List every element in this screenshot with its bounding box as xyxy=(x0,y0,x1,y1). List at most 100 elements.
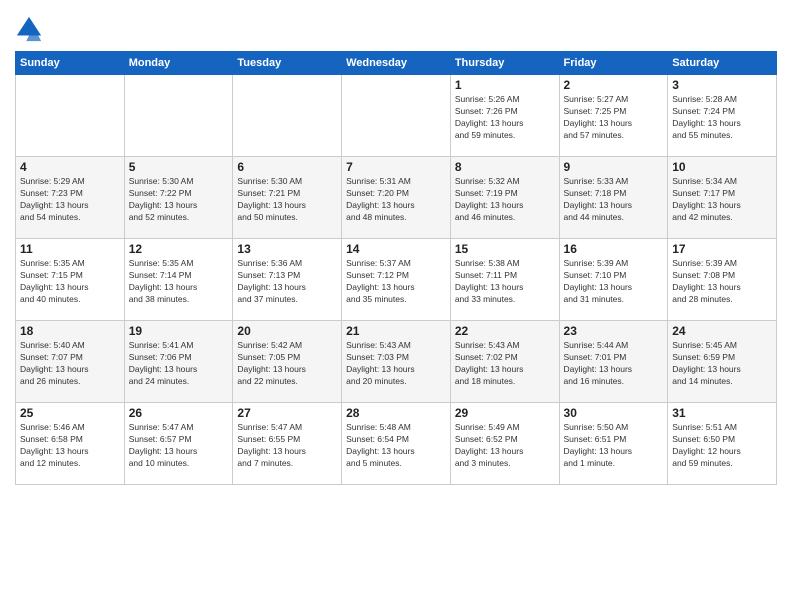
calendar-cell: 12 Sunrise: 5:35 AM Sunset: 7:14 PM Dayli… xyxy=(124,239,233,321)
weekday-header-thursday: Thursday xyxy=(450,52,559,75)
day-number: 4 xyxy=(20,160,120,174)
day-info: Sunrise: 5:39 AM Sunset: 7:10 PM Dayligh… xyxy=(564,258,664,306)
day-number: 9 xyxy=(564,160,664,174)
calendar-table: SundayMondayTuesdayWednesdayThursdayFrid… xyxy=(15,51,777,485)
weekday-header-monday: Monday xyxy=(124,52,233,75)
day-number: 14 xyxy=(346,242,446,256)
calendar-cell: 9 Sunrise: 5:33 AM Sunset: 7:18 PM Daylig… xyxy=(559,157,668,239)
day-number: 8 xyxy=(455,160,555,174)
day-info: Sunrise: 5:36 AM Sunset: 7:13 PM Dayligh… xyxy=(237,258,337,306)
day-info: Sunrise: 5:47 AM Sunset: 6:55 PM Dayligh… xyxy=(237,422,337,470)
day-info: Sunrise: 5:26 AM Sunset: 7:26 PM Dayligh… xyxy=(455,94,555,142)
day-number: 23 xyxy=(564,324,664,338)
day-info: Sunrise: 5:32 AM Sunset: 7:19 PM Dayligh… xyxy=(455,176,555,224)
day-info: Sunrise: 5:30 AM Sunset: 7:21 PM Dayligh… xyxy=(237,176,337,224)
day-info: Sunrise: 5:49 AM Sunset: 6:52 PM Dayligh… xyxy=(455,422,555,470)
day-info: Sunrise: 5:38 AM Sunset: 7:11 PM Dayligh… xyxy=(455,258,555,306)
calendar-cell: 25 Sunrise: 5:46 AM Sunset: 6:58 PM Dayli… xyxy=(16,403,125,485)
day-number: 19 xyxy=(129,324,229,338)
calendar-cell: 26 Sunrise: 5:47 AM Sunset: 6:57 PM Dayli… xyxy=(124,403,233,485)
calendar-cell: 17Sunrise: 5:39 AM Sunset: 7:08 PM Dayli… xyxy=(668,239,777,321)
day-info: Sunrise: 5:50 AM Sunset: 6:51 PM Dayligh… xyxy=(564,422,664,470)
calendar-cell: 14 Sunrise: 5:37 AM Sunset: 7:12 PM Dayli… xyxy=(342,239,451,321)
day-info: Sunrise: 5:34 AM Sunset: 7:17 PM Dayligh… xyxy=(672,176,772,224)
day-number: 7 xyxy=(346,160,446,174)
calendar-cell xyxy=(124,75,233,157)
day-info: Sunrise: 5:43 AM Sunset: 7:03 PM Dayligh… xyxy=(346,340,446,388)
calendar-cell: 15 Sunrise: 5:38 AM Sunset: 7:11 PM Dayli… xyxy=(450,239,559,321)
day-info: Sunrise: 5:31 AM Sunset: 7:20 PM Dayligh… xyxy=(346,176,446,224)
day-number: 24 xyxy=(672,324,772,338)
calendar-cell: 22Sunrise: 5:43 AM Sunset: 7:02 PM Dayli… xyxy=(450,321,559,403)
day-number: 11 xyxy=(20,242,120,256)
calendar-cell: 13 Sunrise: 5:36 AM Sunset: 7:13 PM Dayli… xyxy=(233,239,342,321)
day-info: Sunrise: 5:39 AM Sunset: 7:08 PM Dayligh… xyxy=(672,258,772,306)
day-number: 20 xyxy=(237,324,337,338)
day-number: 26 xyxy=(129,406,229,420)
day-info: Sunrise: 5:40 AM Sunset: 7:07 PM Dayligh… xyxy=(20,340,120,388)
day-info: Sunrise: 5:33 AM Sunset: 7:18 PM Dayligh… xyxy=(564,176,664,224)
calendar-cell: 24 Sunrise: 5:45 AM Sunset: 6:59 PM Dayli… xyxy=(668,321,777,403)
calendar-cell: 5 Sunrise: 5:30 AM Sunset: 7:22 PM Daylig… xyxy=(124,157,233,239)
day-number: 12 xyxy=(129,242,229,256)
calendar-cell: 23Sunrise: 5:44 AM Sunset: 7:01 PM Dayli… xyxy=(559,321,668,403)
calendar-cell xyxy=(233,75,342,157)
calendar-cell: 1 Sunrise: 5:26 AM Sunset: 7:26 PM Daylig… xyxy=(450,75,559,157)
week-row-5: 25 Sunrise: 5:46 AM Sunset: 6:58 PM Dayli… xyxy=(16,403,777,485)
day-number: 28 xyxy=(346,406,446,420)
calendar-cell: 31Sunrise: 5:51 AM Sunset: 6:50 PM Dayli… xyxy=(668,403,777,485)
logo xyxy=(15,15,47,43)
week-row-2: 4 Sunrise: 5:29 AM Sunset: 7:23 PM Daylig… xyxy=(16,157,777,239)
day-number: 2 xyxy=(564,78,664,92)
calendar-cell: 7 Sunrise: 5:31 AM Sunset: 7:20 PM Daylig… xyxy=(342,157,451,239)
day-info: Sunrise: 5:46 AM Sunset: 6:58 PM Dayligh… xyxy=(20,422,120,470)
calendar-cell: 8 Sunrise: 5:32 AM Sunset: 7:19 PM Daylig… xyxy=(450,157,559,239)
day-number: 16 xyxy=(564,242,664,256)
calendar-cell xyxy=(342,75,451,157)
day-number: 22 xyxy=(455,324,555,338)
day-number: 3 xyxy=(672,78,772,92)
weekday-header-wednesday: Wednesday xyxy=(342,52,451,75)
calendar-cell: 16 Sunrise: 5:39 AM Sunset: 7:10 PM Dayli… xyxy=(559,239,668,321)
calendar-cell: 18 Sunrise: 5:40 AM Sunset: 7:07 PM Dayli… xyxy=(16,321,125,403)
calendar-cell: 4 Sunrise: 5:29 AM Sunset: 7:23 PM Daylig… xyxy=(16,157,125,239)
calendar-cell: 6 Sunrise: 5:30 AM Sunset: 7:21 PM Daylig… xyxy=(233,157,342,239)
day-info: Sunrise: 5:48 AM Sunset: 6:54 PM Dayligh… xyxy=(346,422,446,470)
day-info: Sunrise: 5:28 AM Sunset: 7:24 PM Dayligh… xyxy=(672,94,772,142)
week-row-4: 18 Sunrise: 5:40 AM Sunset: 7:07 PM Dayli… xyxy=(16,321,777,403)
weekday-header-tuesday: Tuesday xyxy=(233,52,342,75)
day-number: 30 xyxy=(564,406,664,420)
day-info: Sunrise: 5:29 AM Sunset: 7:23 PM Dayligh… xyxy=(20,176,120,224)
calendar-cell: 21Sunrise: 5:43 AM Sunset: 7:03 PM Dayli… xyxy=(342,321,451,403)
day-info: Sunrise: 5:47 AM Sunset: 6:57 PM Dayligh… xyxy=(129,422,229,470)
calendar-cell xyxy=(16,75,125,157)
day-number: 5 xyxy=(129,160,229,174)
day-number: 13 xyxy=(237,242,337,256)
weekday-header-row: SundayMondayTuesdayWednesdayThursdayFrid… xyxy=(16,52,777,75)
header xyxy=(15,15,777,43)
calendar-cell: 10 Sunrise: 5:34 AM Sunset: 7:17 PM Dayli… xyxy=(668,157,777,239)
day-number: 10 xyxy=(672,160,772,174)
weekday-header-friday: Friday xyxy=(559,52,668,75)
calendar-cell: 27Sunrise: 5:47 AM Sunset: 6:55 PM Dayli… xyxy=(233,403,342,485)
day-info: Sunrise: 5:27 AM Sunset: 7:25 PM Dayligh… xyxy=(564,94,664,142)
day-number: 1 xyxy=(455,78,555,92)
day-info: Sunrise: 5:35 AM Sunset: 7:14 PM Dayligh… xyxy=(129,258,229,306)
calendar-cell: 20 Sunrise: 5:42 AM Sunset: 7:05 PM Dayli… xyxy=(233,321,342,403)
calendar-cell: 11 Sunrise: 5:35 AM Sunset: 7:15 PM Dayli… xyxy=(16,239,125,321)
week-row-3: 11 Sunrise: 5:35 AM Sunset: 7:15 PM Dayli… xyxy=(16,239,777,321)
day-info: Sunrise: 5:35 AM Sunset: 7:15 PM Dayligh… xyxy=(20,258,120,306)
day-number: 15 xyxy=(455,242,555,256)
calendar-cell: 30 Sunrise: 5:50 AM Sunset: 6:51 PM Dayli… xyxy=(559,403,668,485)
day-info: Sunrise: 5:42 AM Sunset: 7:05 PM Dayligh… xyxy=(237,340,337,388)
calendar-cell: 2 Sunrise: 5:27 AM Sunset: 7:25 PM Daylig… xyxy=(559,75,668,157)
calendar-cell: 19Sunrise: 5:41 AM Sunset: 7:06 PM Dayli… xyxy=(124,321,233,403)
day-info: Sunrise: 5:45 AM Sunset: 6:59 PM Dayligh… xyxy=(672,340,772,388)
day-number: 25 xyxy=(20,406,120,420)
day-info: Sunrise: 5:37 AM Sunset: 7:12 PM Dayligh… xyxy=(346,258,446,306)
calendar-cell: 28 Sunrise: 5:48 AM Sunset: 6:54 PM Dayli… xyxy=(342,403,451,485)
day-number: 6 xyxy=(237,160,337,174)
logo-icon xyxy=(15,15,43,43)
day-info: Sunrise: 5:30 AM Sunset: 7:22 PM Dayligh… xyxy=(129,176,229,224)
day-number: 18 xyxy=(20,324,120,338)
